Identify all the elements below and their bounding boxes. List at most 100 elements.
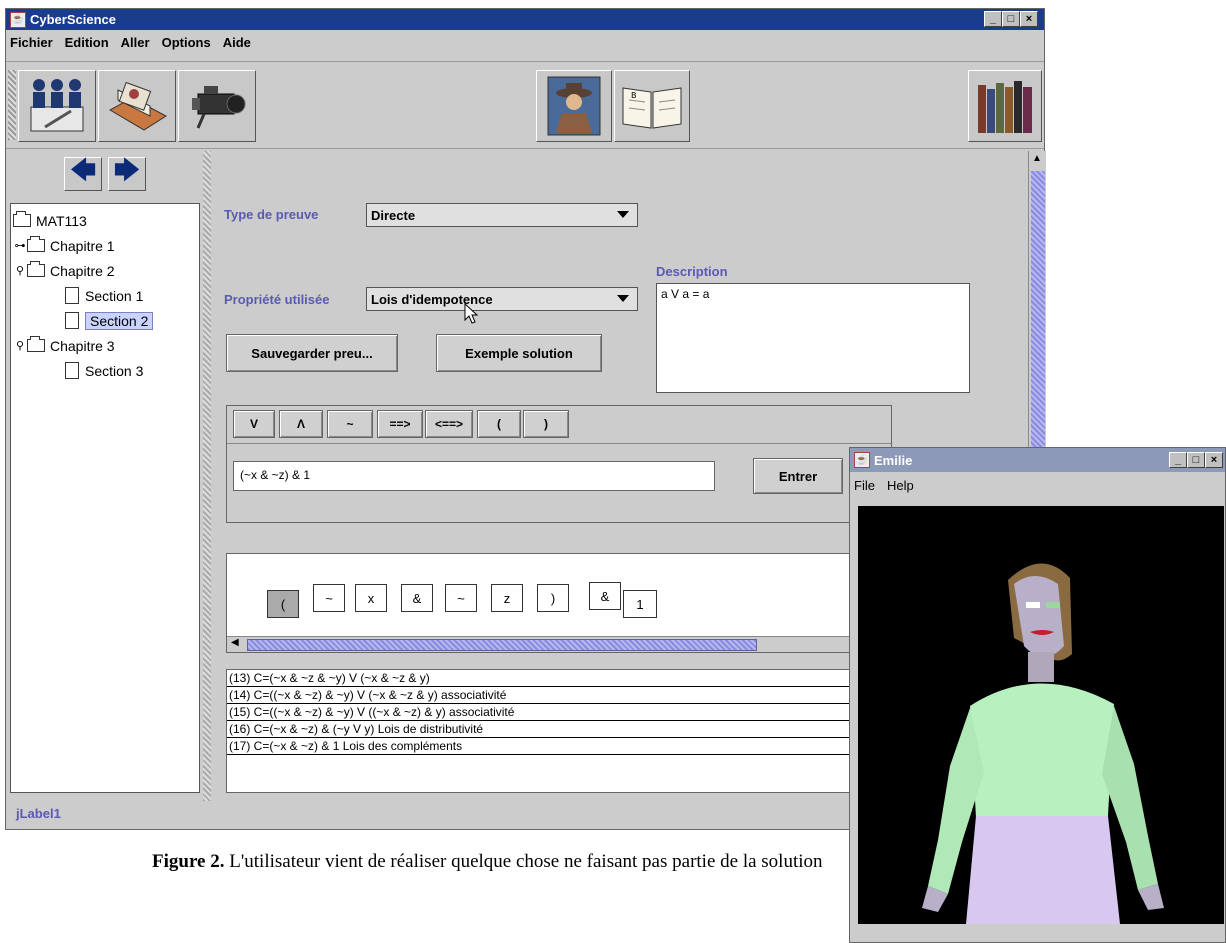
arrow-left-icon: 🡄 — [69, 155, 97, 185]
scroll-thumb[interactable] — [1031, 171, 1045, 455]
proof-step[interactable]: (14) C=((~x & ~z) & ~y) V (~x & ~z & y) … — [227, 687, 855, 704]
caption-label: Figure 2. — [152, 851, 225, 872]
maximize-icon[interactable]: □ — [1002, 11, 1020, 27]
proof-type-label: Type de preuve — [224, 207, 319, 222]
menu-options[interactable]: Options — [162, 35, 211, 50]
token[interactable]: & — [401, 584, 433, 612]
close-icon[interactable]: × — [1020, 11, 1038, 27]
expression-input[interactable]: (~x & ~z) & 1 — [233, 461, 715, 491]
token[interactable]: x — [355, 584, 387, 612]
window-controls: _ □ × — [984, 11, 1038, 27]
toolbar: B — [6, 61, 1044, 149]
menu-fichier[interactable]: Fichier — [10, 35, 53, 50]
video-camera-button[interactable] — [178, 70, 256, 142]
token[interactable]: z — [491, 584, 523, 612]
tree-item-chapitre-2[interactable]: ⚲ Chapitre 2 — [11, 258, 199, 283]
operator-not-button[interactable]: ~ — [327, 410, 373, 438]
operator-and-button[interactable]: Λ — [279, 410, 323, 438]
card-file-icon — [108, 81, 167, 131]
menu-edition[interactable]: Edition — [65, 35, 109, 50]
expanded-handle-icon[interactable]: ⚲ — [13, 339, 27, 352]
scroll-up-icon[interactable]: ▲ — [1032, 153, 1042, 164]
card-file-button[interactable] — [98, 70, 176, 142]
description-label: Description — [656, 264, 728, 279]
description-text[interactable]: a V a = a — [656, 283, 970, 393]
expanded-handle-icon[interactable]: ⚲ — [13, 264, 27, 277]
avatar-viewport — [858, 506, 1224, 924]
token[interactable]: ~ — [313, 584, 345, 612]
tree-root-label: MAT113 — [36, 212, 87, 229]
token[interactable]: ~ — [445, 584, 477, 612]
title-bar: ☕ CyberScience _ □ × — [6, 9, 1044, 30]
proof-type-select[interactable]: Directe — [366, 203, 638, 227]
open-paren-button[interactable]: ( — [477, 410, 521, 438]
tree-item-label: Chapitre 3 — [50, 337, 115, 354]
java-cup-icon: ☕ — [10, 11, 26, 28]
close-paren-button[interactable]: ) — [523, 410, 569, 438]
operator-implies-button[interactable]: ==> — [377, 410, 423, 438]
cowboy-portrait-icon — [547, 76, 601, 136]
operator-panel: V Λ ~ ==> <==> ( ) (~x & ~z) & 1 Entrer — [226, 405, 892, 523]
minimize-icon[interactable]: _ — [984, 11, 1002, 27]
token[interactable]: ) — [537, 584, 569, 612]
enter-button[interactable]: Entrer — [753, 458, 843, 494]
operator-or-button[interactable]: V — [233, 410, 275, 438]
menu-file[interactable]: File — [854, 478, 875, 493]
open-book-icon: B — [622, 87, 682, 129]
video-camera-icon — [192, 86, 246, 129]
minimize-icon[interactable]: _ — [1169, 452, 1187, 468]
example-solution-button[interactable]: Exemple solution — [436, 334, 602, 372]
proof-steps-list: (13) C=(~x & ~z & ~y) V (~x & ~z & y) (1… — [226, 669, 856, 793]
tree-item-chapitre-1[interactable]: ⊶ Chapitre 1 — [11, 233, 199, 258]
chevron-down-icon — [617, 295, 629, 302]
folder-icon — [27, 236, 45, 252]
meeting-icon — [30, 79, 84, 132]
split-pane-divider[interactable] — [203, 151, 211, 801]
tree-item-section-2[interactable]: Section 2 — [11, 308, 199, 333]
proof-step[interactable]: (15) C=((~x & ~z) & ~y) V ((~x & ~z) & y… — [227, 704, 855, 721]
token-horizontal-scrollbar[interactable]: ◀ — [227, 636, 857, 652]
tree-item-section-1[interactable]: Section 1 — [11, 283, 199, 308]
tree-item-section-3[interactable]: Section 3 — [11, 358, 199, 383]
status-label: jLabel1 — [16, 806, 61, 821]
proof-step[interactable]: (13) C=(~x & ~z & ~y) V (~x & ~z & y) — [227, 670, 855, 687]
menu-aide[interactable]: Aide — [223, 35, 251, 50]
forward-button[interactable]: 🡆 — [108, 155, 146, 191]
scroll-thumb[interactable] — [247, 639, 757, 651]
mouse-cursor-icon — [464, 303, 479, 324]
menu-aller[interactable]: Aller — [121, 35, 150, 50]
maximize-icon[interactable]: □ — [1187, 452, 1205, 468]
token-selected[interactable]: ( — [267, 590, 299, 618]
tree-item-label: Chapitre 1 — [50, 237, 115, 254]
scroll-left-icon[interactable]: ◀ — [231, 637, 239, 648]
page-icon — [65, 287, 79, 304]
tree-root[interactable]: MAT113 — [11, 208, 199, 233]
portrait-button[interactable] — [536, 70, 612, 142]
proof-step[interactable]: (16) C=(~x & ~z) & (~y V y) Lois de dist… — [227, 721, 855, 738]
tree-item-chapitre-3[interactable]: ⚲ Chapitre 3 — [11, 333, 199, 358]
bookshelf-icon — [978, 81, 1032, 133]
library-button[interactable] — [968, 70, 1042, 142]
back-button[interactable]: 🡄 — [64, 155, 102, 191]
tree-item-label: Section 3 — [85, 362, 144, 379]
menu-bar: Fichier Edition Aller Options Aide — [6, 30, 1044, 55]
toolbar-grip[interactable] — [8, 70, 16, 140]
arrow-right-icon: 🡆 — [113, 155, 141, 185]
collapsed-handle-icon[interactable]: ⊶ — [13, 239, 27, 252]
caption-text: L'utilisateur vient de réaliser quelque … — [224, 851, 823, 872]
proof-type-value: Directe — [371, 207, 416, 223]
course-tree: MAT113 ⊶ Chapitre 1 ⚲ Chapitre 2 Section… — [10, 203, 200, 793]
menu-help[interactable]: Help — [887, 478, 914, 493]
proof-step[interactable]: (17) C=(~x & ~z) & 1 Lois des complément… — [227, 738, 855, 755]
meeting-button[interactable] — [18, 70, 96, 142]
save-proof-button[interactable]: Sauvegarder preu... — [226, 334, 398, 372]
token[interactable]: & — [589, 582, 621, 610]
close-icon[interactable]: × — [1205, 452, 1223, 468]
property-select[interactable]: Lois d'idempotence — [366, 287, 638, 311]
editor-vertical-scrollbar[interactable]: ▲ — [1028, 151, 1046, 455]
tree-item-label: Section 1 — [85, 287, 144, 304]
operator-equiv-button[interactable]: <==> — [425, 410, 473, 438]
token[interactable]: 1 — [623, 590, 657, 618]
folder-icon — [13, 211, 31, 227]
book-button[interactable]: B — [614, 70, 690, 142]
